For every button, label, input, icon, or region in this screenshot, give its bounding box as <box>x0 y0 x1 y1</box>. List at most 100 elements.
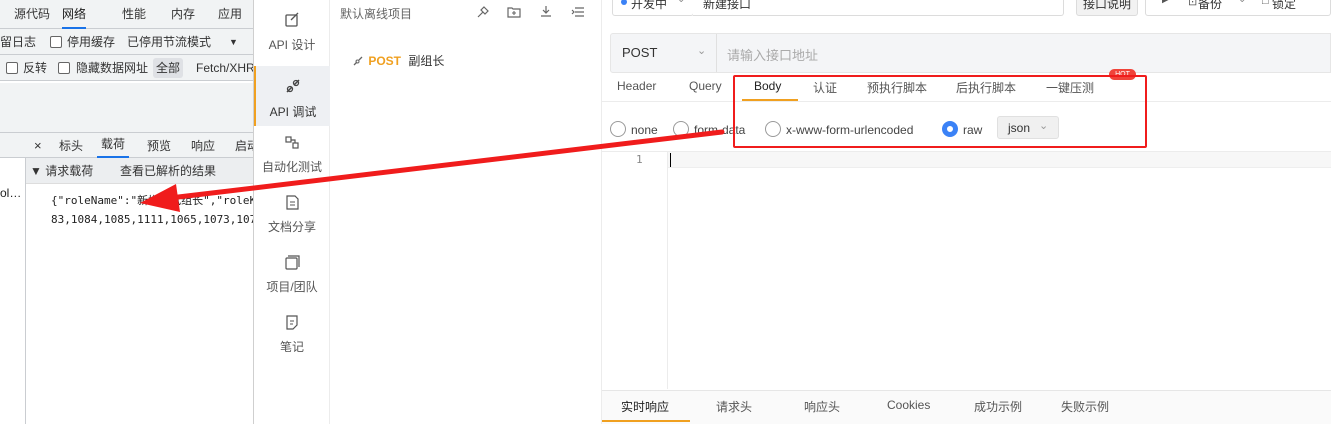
chevron-down-icon: ⌄ <box>1039 120 1049 132</box>
env-label: 开发中 <box>631 0 668 11</box>
detail-tab-response[interactable]: 响应 <box>191 133 215 159</box>
lock-icon[interactable]: □ <box>1262 0 1269 7</box>
nav-item-label: 项目/团队 <box>266 280 318 294</box>
network-waterfall-area <box>0 83 253 132</box>
body-type-none-radio[interactable] <box>610 121 626 137</box>
project-title: 默认离线项目 <box>340 7 413 21</box>
view-parsed-link[interactable]: 查看已解析的结果 <box>120 158 216 184</box>
resp-tab-failure-example[interactable]: 失败示例 <box>1061 398 1109 415</box>
detail-tab-preview[interactable]: 预览 <box>147 133 171 159</box>
request-list-item[interactable]: ol… <box>0 186 21 200</box>
env-select[interactable]: 开发中 ⌄ <box>612 0 694 16</box>
detail-tab-payload[interactable]: 载荷 <box>97 133 130 158</box>
url-input[interactable]: 请输入接口地址 <box>727 45 818 64</box>
backup-icon[interactable]: ⊡ <box>1188 0 1197 8</box>
new-folder-icon[interactable] <box>476 5 490 22</box>
invert-label: 反转 <box>23 61 48 75</box>
method-value: POST <box>622 45 658 60</box>
add-folder-icon[interactable] <box>507 5 521 22</box>
lock-button[interactable]: 锁定 <box>1272 0 1296 12</box>
body-type-urlencoded-label: x-www-form-urlencoded <box>786 123 914 137</box>
nav-item-label: 笔记 <box>279 340 304 354</box>
nav-item-doc-share[interactable]: 文档分享 <box>254 190 330 250</box>
network-filter-row: 反转 隐藏数据网址 全部 Fetch/XHR <box>0 55 253 81</box>
tab-auth[interactable]: 认证 <box>813 79 837 96</box>
backup-button[interactable]: 备份 <box>1198 0 1222 12</box>
preserve-log-label[interactable]: 留日志 <box>0 29 36 55</box>
body-type-form-data-radio[interactable] <box>673 121 689 137</box>
body-type-urlencoded-radio[interactable] <box>765 121 781 137</box>
nav-item-label: API 设计 <box>268 38 316 52</box>
tab-pre-script[interactable]: 预执行脚本 <box>867 79 927 96</box>
resp-tab-success-example[interactable]: 成功示例 <box>974 398 1022 415</box>
tab-header[interactable]: Header <box>617 79 656 93</box>
detail-tab-headers[interactable]: 标头 <box>59 133 83 159</box>
request-name-text: 新建接口 <box>703 0 752 11</box>
nav-item-project-team[interactable]: 项目/团队 <box>254 250 330 310</box>
project-team-icon <box>285 255 300 270</box>
chevron-down-icon: ⌄ <box>677 0 685 5</box>
sort-icon[interactable] <box>571 5 585 22</box>
body-type-form-data-label: form-data <box>694 123 746 137</box>
request-payload-toggle[interactable]: ▼ 请求载荷 <box>30 158 93 184</box>
close-icon[interactable]: × <box>34 133 42 159</box>
request-detail-tabs: × 标头 载荷 预览 响应 启动 <box>0 132 253 159</box>
devtools-tab-memory[interactable]: 内存 <box>171 0 195 29</box>
request-tabs: Header Query Body 认证 预执行脚本 后执行脚本 一键压测 <box>602 74 1331 102</box>
tab-stress-test[interactable]: 一键压测 <box>1046 79 1094 96</box>
tree-item-api[interactable]: POST 副组长 <box>353 52 444 69</box>
filter-fetch-xhr-button[interactable]: Fetch/XHR <box>196 55 253 81</box>
api-debug-icon <box>286 79 300 93</box>
action-button-group: ▶ ⊡ 备份 ⌄ □ 锁定 <box>1145 0 1331 16</box>
tree-item-method: POST <box>368 54 402 68</box>
api-design-icon <box>285 12 299 27</box>
import-icon[interactable] <box>539 5 553 22</box>
devtools-tab-bar: 源代码 网络 性能 内存 应用 <box>0 0 253 29</box>
devtools-tab-performance[interactable]: 性能 <box>122 0 146 29</box>
filter-all-button[interactable]: 全部 <box>153 58 184 78</box>
tab-query[interactable]: Query <box>689 79 722 93</box>
request-editor: 开发中 ⌄ 新建接口 接口说明 ▶ ⊡ 备份 ⌄ □ 锁定 POST ⌄ 请输入… <box>602 0 1331 424</box>
raw-format-select[interactable]: json ⌄ <box>997 116 1059 139</box>
run-icon[interactable]: ▶ <box>1162 0 1170 5</box>
throttle-select[interactable]: 已停用节流模式 <box>127 29 211 55</box>
nav-item-label: 文档分享 <box>267 220 316 234</box>
devtools-tab-sources[interactable]: 源代码 <box>14 0 50 29</box>
resp-tab-request-headers[interactable]: 请求头 <box>716 398 752 415</box>
url-bar: POST ⌄ 请输入接口地址 <box>610 33 1331 73</box>
body-type-raw-radio[interactable] <box>942 121 958 137</box>
api-doc-button[interactable]: 接口说明 <box>1076 0 1138 16</box>
disable-cache-checkbox[interactable] <box>50 36 62 48</box>
method-select[interactable]: POST ⌄ <box>611 34 717 72</box>
api-doc-label: 接口说明 <box>1083 0 1132 11</box>
link-icon <box>353 56 363 66</box>
payload-line-2: 83,1084,1085,1111,1065,1073,107 <box>51 213 254 226</box>
chevron-down-icon: ⌄ <box>697 45 707 57</box>
body-code-editor[interactable]: 1 <box>602 151 1331 389</box>
devtools-tab-network[interactable]: 网络 <box>62 0 87 29</box>
module-sidebar: API 设计 API 调试 自动化测试 文档分享 项目/团队 笔记 <box>254 0 330 424</box>
notes-icon <box>286 315 298 330</box>
tab-post-script[interactable]: 后执行脚本 <box>956 79 1016 96</box>
resp-tab-cookies[interactable]: Cookies <box>887 398 930 412</box>
nav-item-api-design[interactable]: API 设计 <box>254 8 330 68</box>
devtools-tab-application[interactable]: 应用 <box>218 0 242 29</box>
invert-checkbox[interactable] <box>6 62 18 74</box>
hide-data-urls-label: 隐藏数据网址 <box>76 61 149 75</box>
tab-body[interactable]: Body <box>754 79 781 93</box>
chevron-down-icon[interactable]: ⌄ <box>1238 0 1246 5</box>
nav-item-automation-test[interactable]: 自动化测试 <box>254 130 330 190</box>
nav-item-api-debug[interactable]: API 调试 <box>254 66 330 126</box>
resp-tab-response-headers[interactable]: 响应头 <box>804 398 840 415</box>
detail-tab-initiator[interactable]: 启动 <box>235 133 253 159</box>
hide-data-urls-checkbox[interactable] <box>58 62 70 74</box>
request-name-input[interactable]: 新建接口 <box>693 0 1064 16</box>
throttle-dropdown-icon[interactable]: ▼ <box>229 29 238 55</box>
resp-tab-realtime[interactable]: 实时响应 <box>621 398 669 415</box>
nav-item-label: 自动化测试 <box>261 160 322 174</box>
nav-item-notes[interactable]: 笔记 <box>254 310 330 370</box>
payload-line-1: {"roleName":"新增测试组长","roleKey <box>51 194 254 207</box>
raw-format-value: json <box>1008 121 1031 135</box>
line-number: 1 <box>636 153 643 166</box>
env-status-dot <box>621 0 627 5</box>
